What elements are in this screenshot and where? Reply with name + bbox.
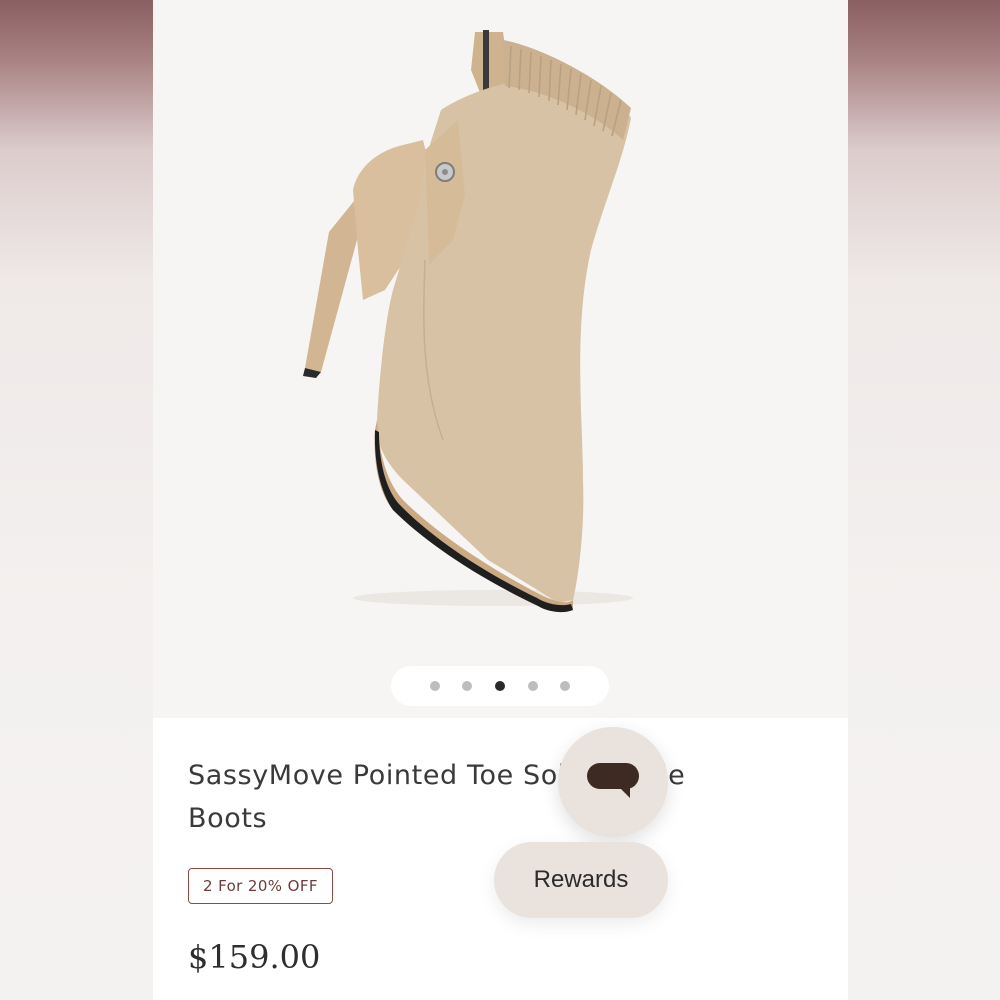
backdrop-right: [848, 0, 1000, 1000]
product-image-gallery[interactable]: [153, 0, 848, 718]
product-image: [303, 30, 633, 613]
chat-button[interactable]: [558, 727, 668, 837]
pagination-dot-5[interactable]: [560, 681, 571, 691]
chat-bubble-icon: [587, 763, 639, 798]
product-page: SassyMove Pointed Toe Soles Ankle Boots …: [153, 0, 848, 1000]
pagination-dot-3-active[interactable]: [494, 681, 505, 691]
product-price: $159.00: [188, 938, 321, 976]
rewards-button[interactable]: Rewards: [494, 842, 668, 918]
promo-badge[interactable]: 2 For 20% OFF: [188, 868, 333, 904]
pagination-dot-4[interactable]: [527, 681, 538, 691]
pagination-dot-1[interactable]: [429, 681, 440, 691]
pagination-dot-2[interactable]: [462, 681, 473, 691]
backdrop-left: [0, 0, 153, 1000]
image-pagination: [391, 666, 609, 706]
